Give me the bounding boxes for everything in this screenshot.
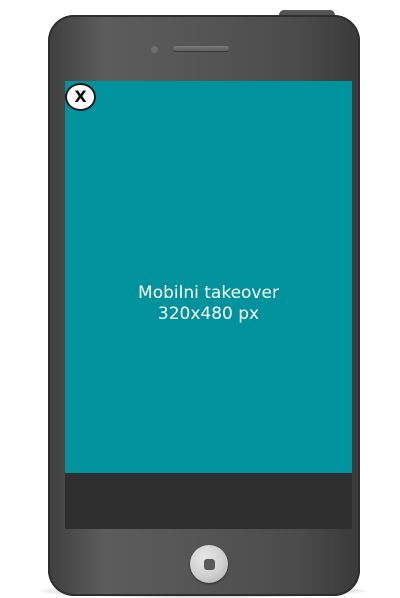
home-button-inner bbox=[204, 559, 215, 570]
phone-mockup-stage: Mobilni takeover 320x480 px X bbox=[0, 0, 400, 598]
ad-caption-line-1: Mobilni takeover bbox=[138, 283, 279, 303]
takeover-ad-area[interactable]: Mobilni takeover 320x480 px bbox=[65, 81, 352, 473]
ad-caption: Mobilni takeover 320x480 px bbox=[65, 283, 352, 325]
home-button-icon[interactable] bbox=[190, 545, 228, 583]
ad-caption-line-2: 320x480 px bbox=[157, 304, 260, 324]
speaker-grille-icon bbox=[173, 46, 229, 51]
close-button[interactable]: X bbox=[65, 83, 96, 111]
phone-screen: Mobilni takeover 320x480 px X bbox=[65, 81, 352, 529]
camera-dot-icon bbox=[151, 46, 158, 53]
